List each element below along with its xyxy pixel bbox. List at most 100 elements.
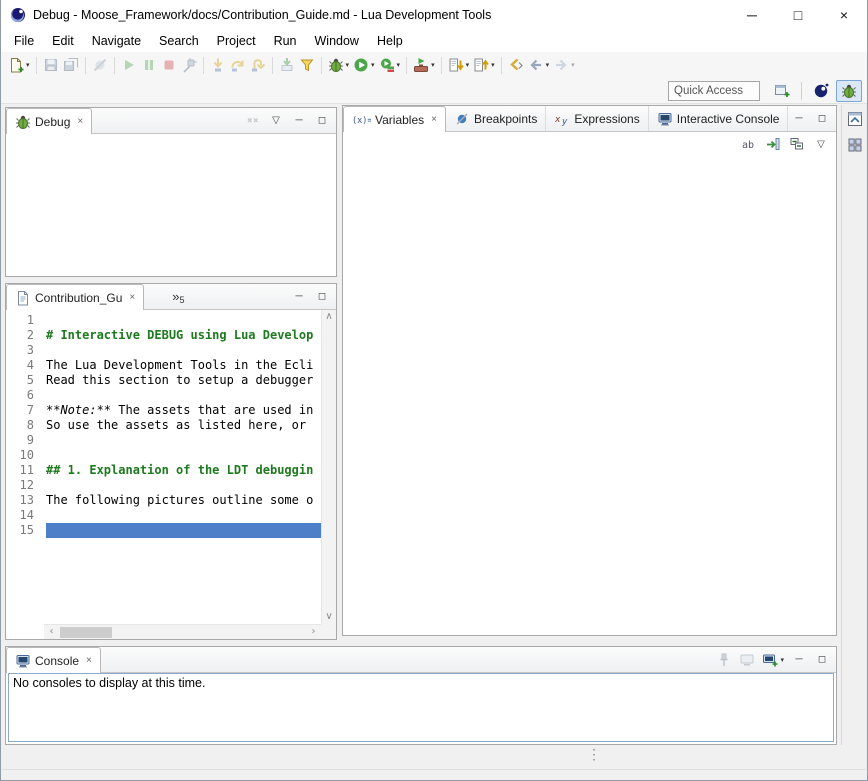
- debug-view-content[interactable]: [6, 134, 336, 276]
- step-return-button: [248, 54, 268, 76]
- remove-all-terminated-button: [245, 112, 261, 130]
- tab-interactive-console[interactable]: Interactive Console: [649, 106, 789, 131]
- display-selected-console-button: [739, 651, 755, 669]
- tab-console[interactable]: Console ×: [6, 647, 101, 673]
- line-number: 7: [6, 403, 44, 418]
- svg-text:x: x: [554, 115, 561, 125]
- variables-tabs: (x)=Variables×BreakpointsxyExpressionsIn…: [343, 106, 788, 131]
- tab-expressions[interactable]: xyExpressions: [546, 106, 648, 131]
- last-edit-location-button[interactable]: [506, 54, 526, 76]
- variables-content[interactable]: [343, 156, 836, 635]
- menu-window[interactable]: Window: [306, 32, 368, 50]
- restore-minimized-views-button[interactable]: [844, 108, 866, 130]
- show-type-names-button[interactable]: ab: [741, 135, 757, 153]
- line-number: 4: [6, 358, 44, 373]
- quick-access-input[interactable]: [668, 81, 760, 101]
- menu-file[interactable]: File: [5, 32, 43, 50]
- tab-breakpoints[interactable]: Breakpoints: [446, 106, 546, 131]
- show-logical-structure-button[interactable]: [765, 135, 781, 153]
- minimize-view-icon: ─: [795, 654, 802, 665]
- minimize-view-icon: ─: [295, 291, 302, 302]
- maximize-view-button[interactable]: ◻: [314, 112, 330, 130]
- scroll-left-icon[interactable]: ‹: [44, 625, 59, 639]
- view-menu-button[interactable]: ▽: [268, 112, 284, 130]
- horizontal-scrollbar[interactable]: ‹ ›: [44, 624, 321, 639]
- minimize-view-button[interactable]: ─: [291, 288, 307, 306]
- dropdown-arrow-icon: ▾: [26, 61, 30, 69]
- scroll-right-icon[interactable]: ›: [306, 625, 321, 639]
- console-content[interactable]: No consoles to display at this time.: [8, 673, 834, 742]
- run-button[interactable]: ▾: [351, 54, 377, 76]
- editor-tabbar: Contribution_Gu× » 5 ─ ◻: [6, 284, 336, 310]
- menu-navigate[interactable]: Navigate: [83, 32, 150, 50]
- maximize-view-icon: ◻: [818, 113, 826, 124]
- tab-debug[interactable]: Debug×: [6, 108, 92, 134]
- new-button[interactable]: ▾: [6, 54, 32, 76]
- drop-to-frame-button: [277, 54, 297, 76]
- previous-annotation-button[interactable]: ▾: [471, 54, 497, 76]
- open-perspective-button[interactable]: [769, 80, 795, 102]
- maximize-view-button[interactable]: ◻: [814, 110, 830, 128]
- minimize-view-button[interactable]: ─: [791, 110, 807, 128]
- debug-button[interactable]: ▾: [326, 54, 352, 76]
- line-number: 8: [6, 418, 44, 433]
- tab-label: Console: [35, 654, 79, 668]
- save-button: [41, 54, 61, 76]
- drop-to-frame-icon: [279, 57, 295, 73]
- menu-edit[interactable]: Edit: [43, 32, 83, 50]
- horizontal-scrollbar-thumb[interactable]: [60, 627, 112, 638]
- hidden-editors-chevron[interactable]: » 5: [172, 284, 184, 309]
- coverage-button[interactable]: ▾: [377, 54, 403, 76]
- close-window-button[interactable]: ×: [821, 0, 867, 30]
- close-icon[interactable]: ×: [77, 116, 83, 127]
- next-annotation-button[interactable]: ▾: [446, 54, 472, 76]
- code-area[interactable]: # Interactive DEBUG using Lua DevelopThe…: [46, 310, 321, 624]
- tab-contribution-gu[interactable]: Contribution_Gu×: [6, 284, 144, 310]
- debug-perspective-button[interactable]: [836, 80, 862, 102]
- resume-button: [119, 54, 139, 76]
- menu-help[interactable]: Help: [368, 32, 412, 50]
- minimize-view-button[interactable]: ─: [791, 651, 807, 669]
- minimize-view-button[interactable]: ─: [291, 112, 307, 130]
- external-tools-button[interactable]: ▾: [411, 54, 437, 76]
- line-number-ruler[interactable]: 123456789101112131415: [6, 310, 44, 624]
- maximize-view-button[interactable]: ◻: [814, 651, 830, 669]
- back-button[interactable]: ▾: [526, 54, 552, 76]
- maximize-window-button[interactable]: □: [775, 0, 821, 30]
- view-menu-button[interactable]: ▽: [813, 135, 829, 153]
- minimized-view-stack-button[interactable]: [844, 134, 866, 156]
- scroll-down-icon[interactable]: ∨: [322, 610, 337, 624]
- sash-gripper[interactable]: ⋮: [587, 746, 601, 763]
- menu-project[interactable]: Project: [208, 32, 265, 50]
- console-message: No consoles to display at this time.: [13, 676, 205, 690]
- collapse-all-button[interactable]: [789, 135, 805, 153]
- display-console-icon: [739, 652, 755, 668]
- line-number: 13: [6, 493, 44, 508]
- open-console-button[interactable]: ▾: [762, 651, 784, 669]
- variables-view-panel: (x)=Variables×BreakpointsxyExpressionsIn…: [342, 105, 837, 636]
- lua-perspective-button[interactable]: [808, 80, 834, 102]
- separator: [85, 57, 86, 74]
- menu-run[interactable]: Run: [265, 32, 306, 50]
- minimize-view-icon: ─: [295, 115, 302, 126]
- use-step-filters-button[interactable]: [297, 54, 317, 76]
- next-annotation-icon: [448, 57, 464, 73]
- tab-variables[interactable]: (x)=Variables×: [343, 106, 446, 132]
- terminate-icon: [161, 57, 177, 73]
- close-icon[interactable]: ×: [129, 292, 135, 303]
- app-window: Debug - Moose_Framework/docs/Contributio…: [0, 0, 868, 781]
- vertical-scrollbar[interactable]: ∧ ∨: [321, 310, 336, 624]
- close-icon[interactable]: ×: [431, 114, 437, 125]
- scroll-up-icon[interactable]: ∧: [322, 310, 337, 324]
- secondary-toolbar: [1, 78, 867, 104]
- maximize-view-button[interactable]: ◻: [314, 288, 330, 306]
- disconnect-icon: [181, 57, 197, 73]
- minimize-window-button[interactable]: ─: [729, 0, 775, 30]
- close-icon[interactable]: ×: [86, 655, 92, 666]
- code-line: [46, 433, 321, 448]
- separator: [272, 57, 273, 74]
- line-number: 9: [6, 433, 44, 448]
- code-line: [46, 478, 321, 493]
- resume-icon: [121, 57, 137, 73]
- menu-search[interactable]: Search: [150, 32, 208, 50]
